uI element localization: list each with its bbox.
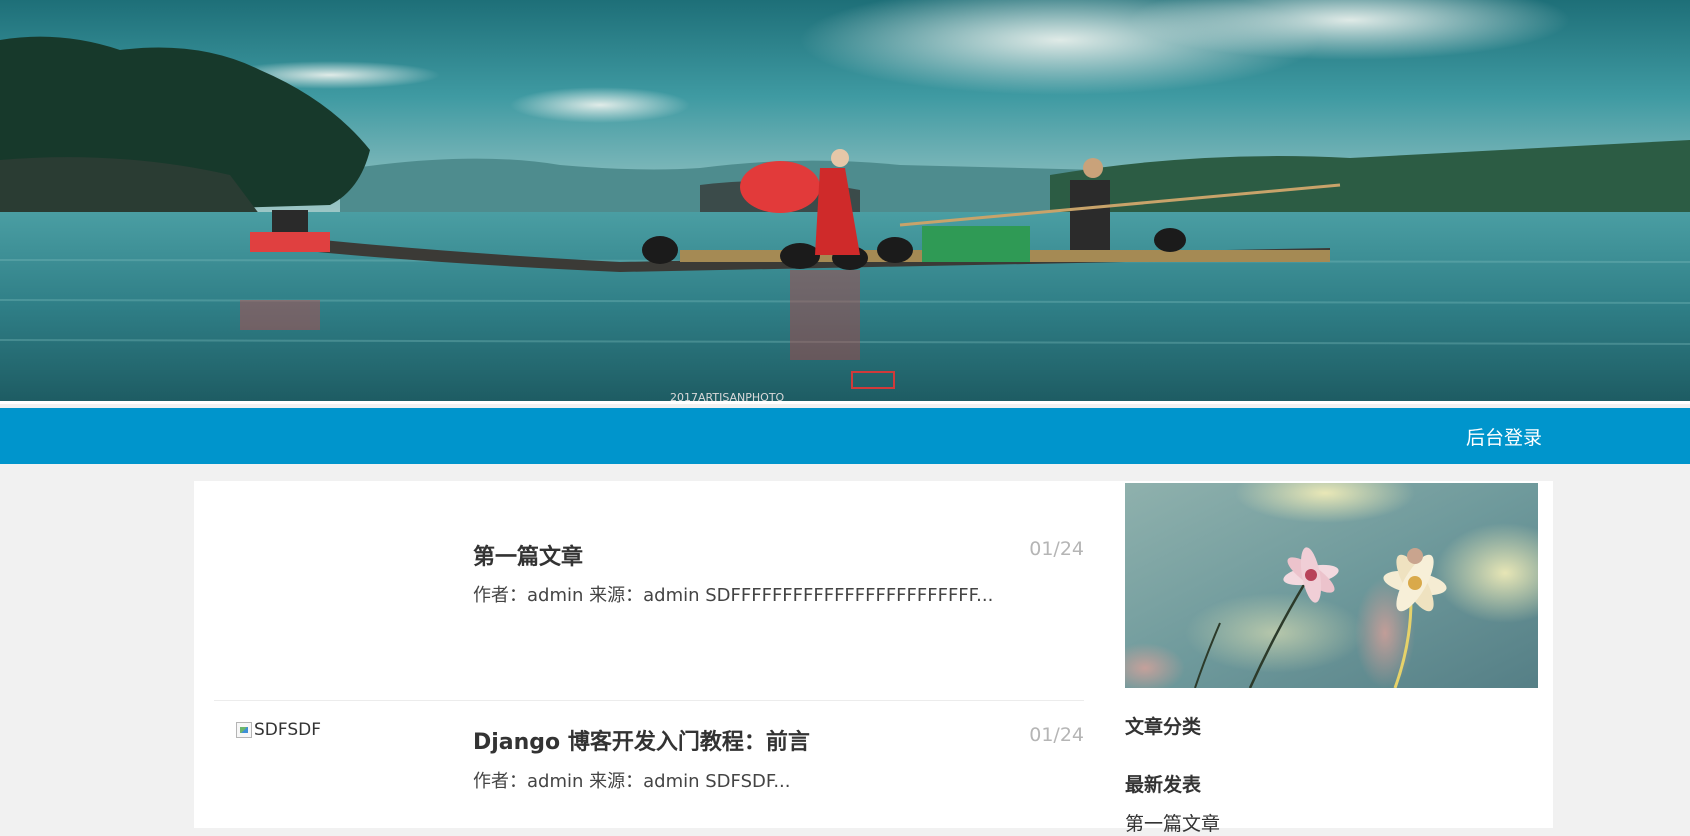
article-item: 第一篇文章 01/24 作者：admin 来源：admin SDFFFFFFFF…: [214, 481, 1084, 701]
article-title-link[interactable]: Django 博客开发入门教程：前言: [473, 724, 810, 756]
latest-posts-heading: 最新发表: [1125, 774, 1202, 796]
banner-watermark: 2017ARTISANPHOTO: [670, 391, 785, 404]
top-nav-bar: 后台登录: [0, 408, 1690, 464]
sidebar-flower-image: [1125, 483, 1538, 688]
article-date: 01/24: [1029, 724, 1084, 746]
latest-post-link[interactable]: 第一篇文章: [1125, 809, 1220, 836]
article-thumbnail-broken-image[interactable]: SDFSDF: [236, 720, 321, 740]
categories-heading: 文章分类: [1125, 716, 1202, 738]
admin-login-link[interactable]: 后台登录: [1466, 423, 1542, 450]
article-meta-summary: 作者：admin 来源：admin SDFSDF...: [473, 771, 791, 792]
article-meta-summary: 作者：admin 来源：admin SDFFFFFFFFFFFFFFFFFFFF…: [473, 585, 994, 606]
article-date: 01/24: [1029, 538, 1084, 560]
thumbnail-alt-text: SDFSDF: [254, 720, 322, 740]
main-content-card: 第一篇文章 01/24 作者：admin 来源：admin SDFFFFFFFF…: [194, 481, 1553, 835]
article-item: SDFSDF Django 博客开发入门教程：前言 01/24 作者：admin…: [214, 701, 1084, 828]
header-banner-image: 2017ARTISANPHOTO: [0, 0, 1690, 404]
sidebar: 文章分类 最新发表 第一篇文章: [1125, 483, 1539, 835]
broken-image-icon: [236, 722, 252, 738]
article-title-link[interactable]: 第一篇文章: [473, 539, 583, 571]
banner-lake-scene: 2017ARTISANPHOTO: [0, 0, 1690, 404]
